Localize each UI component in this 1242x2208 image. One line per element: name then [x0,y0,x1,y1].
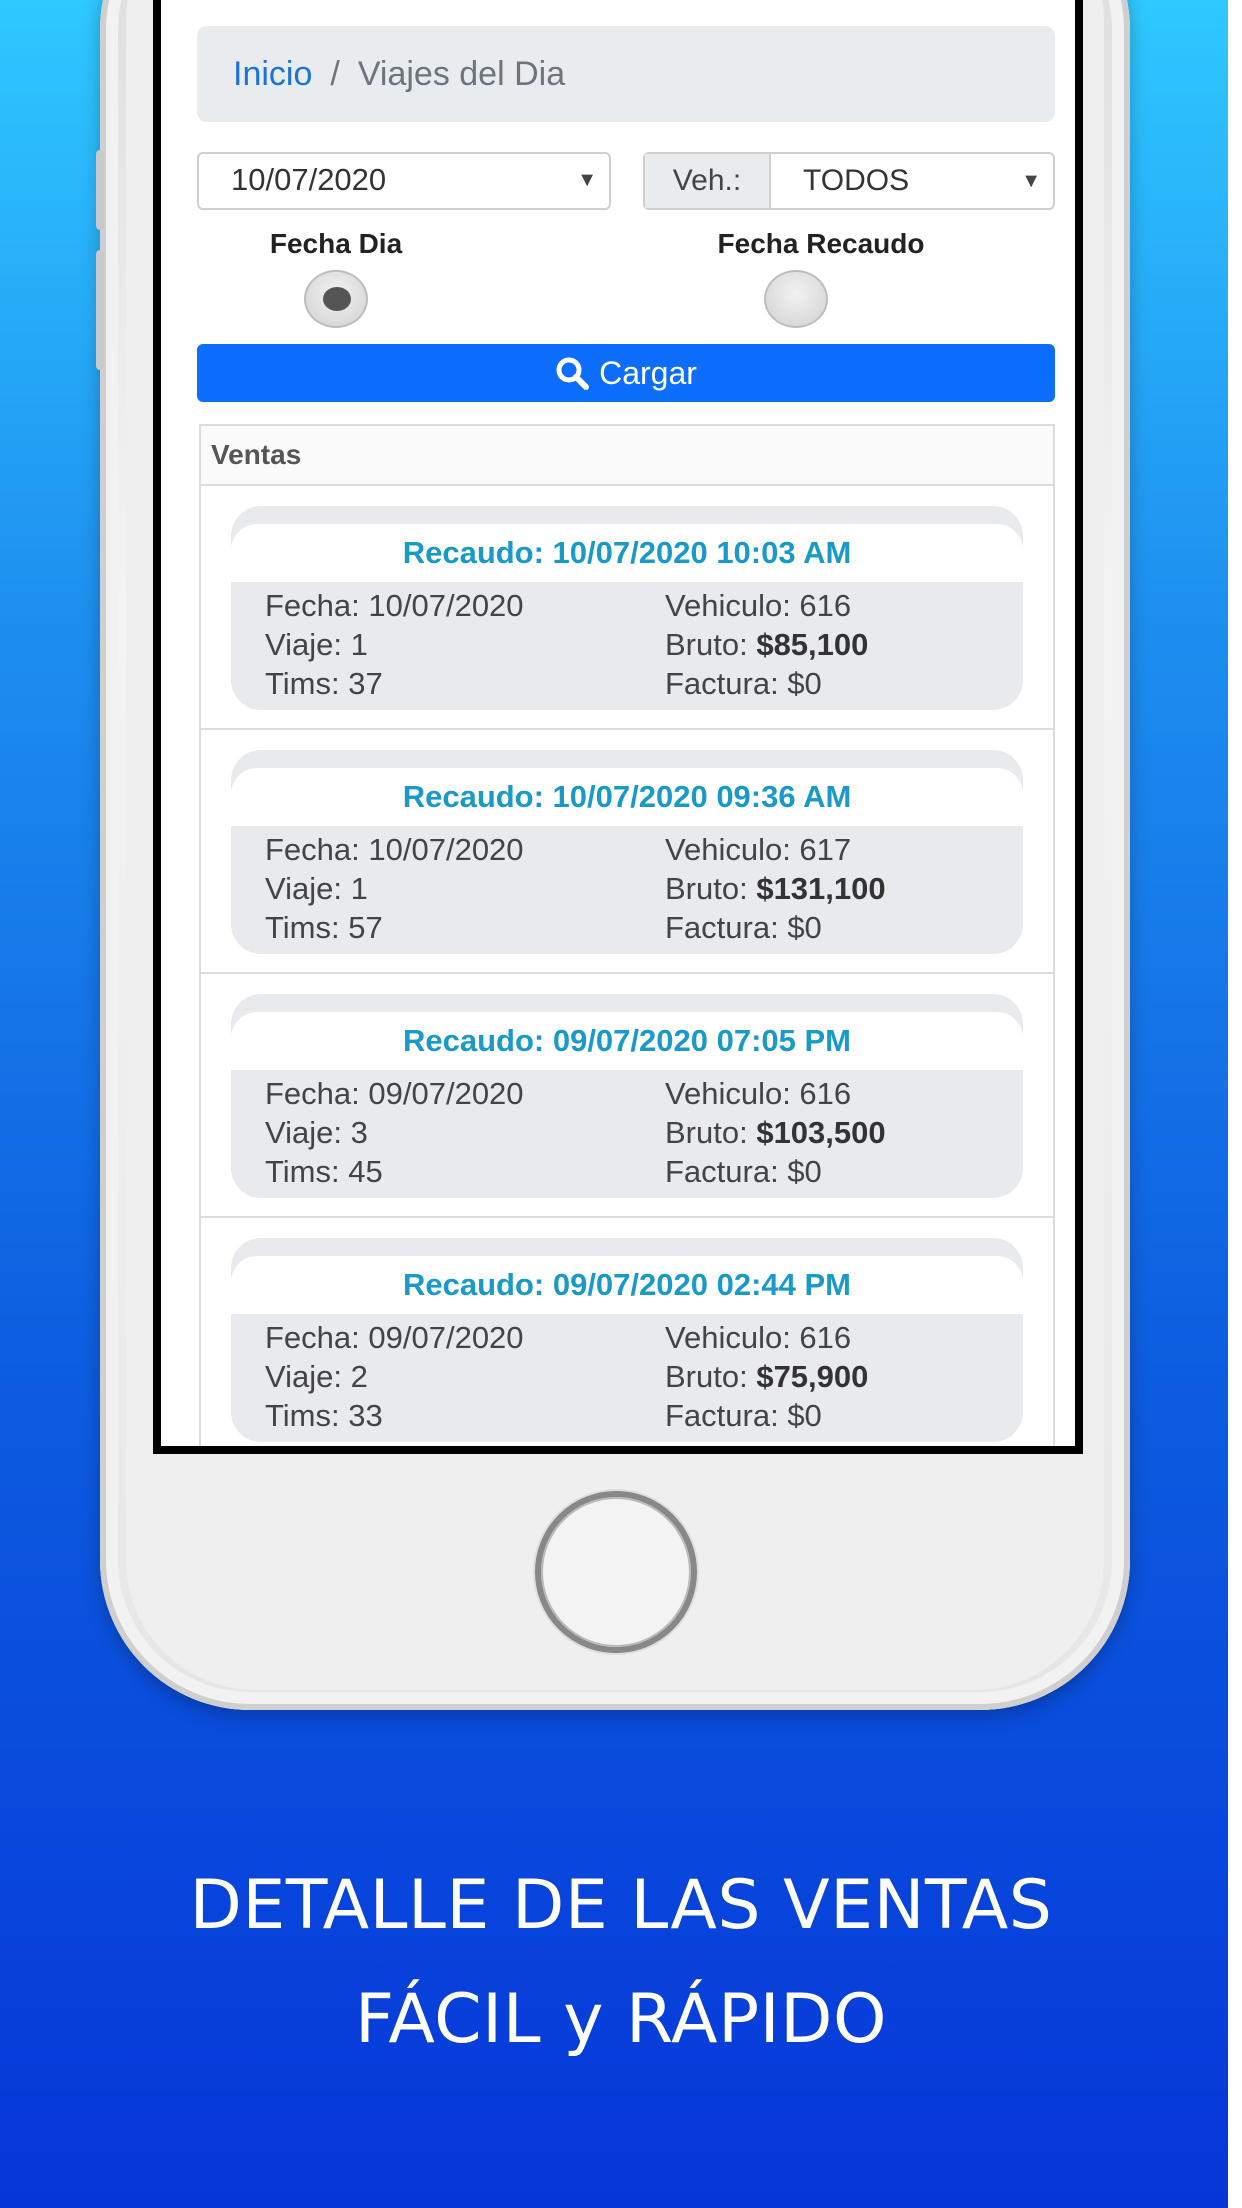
sale-card: Recaudo: 10/07/2020 09:36 AM Fecha: 10/0… [231,750,1023,954]
radio-fecha-dia-label: Fecha Dia [269,228,403,259]
vehicle-filter: Veh.: TODOS ▼ [643,152,1055,210]
breadcrumb-separator: / [330,54,340,93]
sale-bruto-label: Bruto: [665,1359,757,1394]
sale-card: Recaudo: 09/07/2020 02:44 PM Fecha: 09/0… [231,1238,1023,1442]
sale-viaje: Viaje: 1 [265,627,368,662]
radio-fecha-recaudo[interactable] [764,270,828,328]
app-screen: Inicio / Viajes del Dia 10/07/2020 ▼ Veh… [153,0,1083,1454]
sale-factura: Factura: $0 [665,910,822,945]
date-select-value: 10/07/2020 [231,162,387,197]
sale-card: Recaudo: 09/07/2020 07:05 PM Fecha: 09/0… [231,994,1023,1198]
caption-line-2: FÁCIL y RÁPIDO [354,1980,888,2059]
sale-vehiculo: Vehiculo: 616 [665,588,852,623]
sale-bruto: Bruto: $131,100 [665,869,886,908]
sale-recaudo-title: Recaudo: 09/07/2020 07:05 PM [231,1012,1023,1070]
cargar-button-label: Cargar [599,354,697,391]
cargar-button[interactable]: Cargar [197,344,1055,402]
sale-item[interactable]: Recaudo: 10/07/2020 09:36 AM Fecha: 10/0… [201,730,1053,974]
radio-selected-dot [323,287,351,311]
breadcrumb-current: Viajes del Dia [357,54,566,93]
breadcrumb-home-link[interactable]: Inicio [233,55,312,94]
sale-recaudo-title: Recaudo: 10/07/2020 10:03 AM [231,524,1023,582]
sale-tims: Tims: 33 [265,1398,383,1433]
sale-fecha: Fecha: 09/07/2020 [265,1320,524,1355]
sale-bruto: Bruto: $75,900 [665,1357,868,1396]
sale-item[interactable]: Recaudo: 10/07/2020 10:03 AM Fecha: 10/0… [201,486,1053,730]
ventas-panel: Ventas Recaudo: 10/07/2020 10:03 AM Fech… [199,424,1055,1446]
chevron-down-icon: ▼ [577,169,597,191]
chevron-down-icon: ▼ [1021,170,1041,192]
sale-vehiculo: Vehiculo: 617 [665,832,852,867]
phone-side-button [96,150,104,230]
vehicle-label: Veh.: [645,154,771,208]
sale-bruto-value: $75,900 [756,1359,869,1394]
sale-viaje: Viaje: 2 [265,1359,368,1394]
sale-vehiculo: Vehiculo: 616 [665,1320,852,1355]
sale-factura: Factura: $0 [665,1154,822,1189]
caption-line-1: DETALLE DE LAS VENTAS [189,1866,1053,1945]
radio-fecha-recaudo-label: Fecha Recaudo [717,228,925,259]
sale-bruto: Bruto: $103,500 [665,1113,886,1152]
sale-fecha: Fecha: 09/07/2020 [265,1076,524,1111]
sale-item[interactable]: Recaudo: 09/07/2020 07:05 PM Fecha: 09/0… [201,974,1053,1218]
sale-tims: Tims: 45 [265,1154,383,1189]
sale-viaje: Viaje: 1 [265,871,368,906]
home-button[interactable] [535,1491,697,1653]
sale-factura: Factura: $0 [665,1398,822,1433]
sale-card: Recaudo: 10/07/2020 10:03 AM Fecha: 10/0… [231,506,1023,710]
sale-bruto: Bruto: $85,100 [665,625,868,664]
sale-bruto-label: Bruto: [665,627,757,662]
sale-recaudo-title: Recaudo: 10/07/2020 09:36 AM [231,768,1023,826]
breadcrumb: Inicio / Viajes del Dia [197,26,1055,122]
sale-bruto-value: $131,100 [756,871,886,906]
ventas-panel-title: Ventas [201,426,1053,486]
vehicle-select[interactable]: TODOS ▼ [771,154,1053,208]
sale-bruto-label: Bruto: [665,871,757,906]
search-icon [556,357,590,390]
sale-viaje: Viaje: 3 [265,1115,368,1150]
sale-fecha: Fecha: 10/07/2020 [265,832,524,867]
sale-factura: Factura: $0 [665,666,822,701]
sale-fecha: Fecha: 10/07/2020 [265,588,524,623]
date-select[interactable]: 10/07/2020 ▼ [197,152,611,210]
radio-fecha-dia[interactable] [304,270,368,328]
sale-bruto-value: $85,100 [756,627,869,662]
sale-bruto-value: $103,500 [756,1115,886,1150]
sale-recaudo-title: Recaudo: 09/07/2020 02:44 PM [231,1256,1023,1314]
sale-bruto-label: Bruto: [665,1115,757,1150]
sale-tims: Tims: 57 [265,910,383,945]
sale-vehiculo: Vehiculo: 616 [665,1076,852,1111]
sale-tims: Tims: 37 [265,666,383,701]
vehicle-select-value: TODOS [803,164,910,197]
phone-side-button [96,250,104,370]
sale-item[interactable]: Recaudo: 09/07/2020 02:44 PM Fecha: 09/0… [201,1218,1053,1446]
